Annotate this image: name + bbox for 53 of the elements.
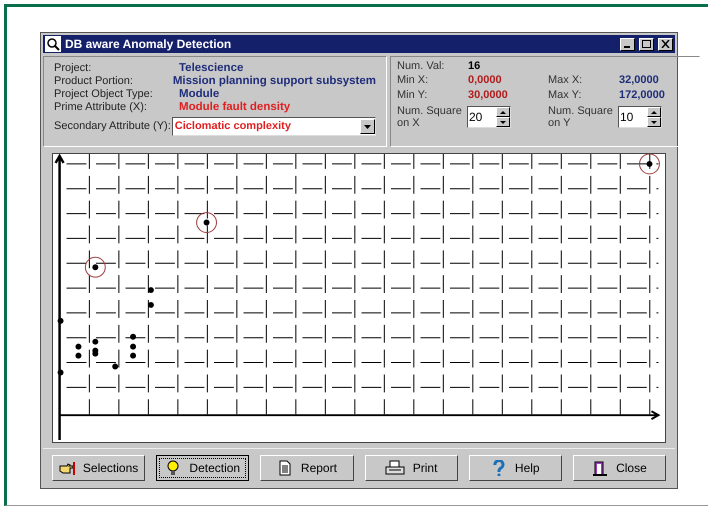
- toolbar-button[interactable]: Detection: [156, 454, 250, 480]
- down-arrow-icon: [651, 120, 657, 124]
- close-button[interactable]: [658, 38, 673, 50]
- minimize-button[interactable]: [620, 38, 635, 50]
- spin-up-button[interactable]: [647, 107, 661, 117]
- magnifier-icon: [45, 36, 61, 52]
- spinner-label: Num. Square on X: [397, 105, 463, 129]
- field-label: Max Y:: [548, 89, 582, 102]
- spin-down-button[interactable]: [647, 117, 661, 127]
- field-value: Mission planning support subsystem: [172, 75, 376, 88]
- field-label: Secondary Attribute (Y):: [54, 120, 171, 133]
- field-label: Min Y:: [397, 89, 428, 102]
- caret-icon: [364, 124, 371, 128]
- field-value: 30,0000: [468, 89, 509, 102]
- field-label: Max X:: [548, 74, 584, 87]
- doorway-icon: [592, 460, 608, 476]
- printer-icon: [384, 460, 405, 476]
- field-label: Min X:: [397, 74, 430, 87]
- field-value: 172,0000: [619, 89, 666, 102]
- window-title: DB aware Anomaly Detection: [65, 36, 232, 53]
- attribute-dropdown[interactable]: Ciclomatic complexity: [172, 117, 376, 136]
- light-bulb-icon: [165, 460, 182, 476]
- question-mark-icon: [490, 460, 507, 476]
- field-label: Num. Val:: [397, 60, 446, 73]
- field-value: Module fault density: [179, 101, 290, 114]
- field-value: 32,0000: [619, 74, 660, 87]
- down-arrow-icon: [500, 120, 506, 124]
- toolbar-button[interactable]: Close: [572, 454, 666, 480]
- up-arrow-icon: [651, 110, 657, 114]
- maximize-button[interactable]: [639, 38, 654, 50]
- dropdown-arrow-button[interactable]: [360, 119, 375, 134]
- spin-up-button[interactable]: [496, 107, 510, 117]
- field-label: Project:: [54, 62, 92, 75]
- number-spinner[interactable]: 20: [467, 106, 511, 128]
- toolbar-button[interactable]: Help: [468, 454, 562, 480]
- field-value: Module: [179, 88, 220, 101]
- field-value: 16: [468, 60, 480, 73]
- field-value: 0,0000: [468, 74, 503, 87]
- field-label: Product Portion:: [54, 75, 134, 88]
- toolbar-button[interactable]: Print: [364, 454, 458, 480]
- toolbar-button[interactable]: Selections: [52, 454, 146, 480]
- up-arrow-icon: [500, 110, 506, 114]
- field-label: Project Object Type:: [54, 88, 154, 101]
- pointing-hand-icon: [58, 460, 75, 476]
- spinner-label: Num. Square on Y: [548, 105, 614, 129]
- field-value: Telescience: [179, 62, 244, 75]
- field-label: Prime Attribute (X):: [54, 101, 148, 114]
- maximize-icon: [642, 40, 651, 48]
- close-icon: [661, 40, 670, 48]
- number-spinner[interactable]: 10: [618, 106, 662, 128]
- spin-down-button[interactable]: [496, 117, 510, 127]
- document-icon: [276, 460, 293, 476]
- toolbar-button[interactable]: Report: [260, 454, 354, 480]
